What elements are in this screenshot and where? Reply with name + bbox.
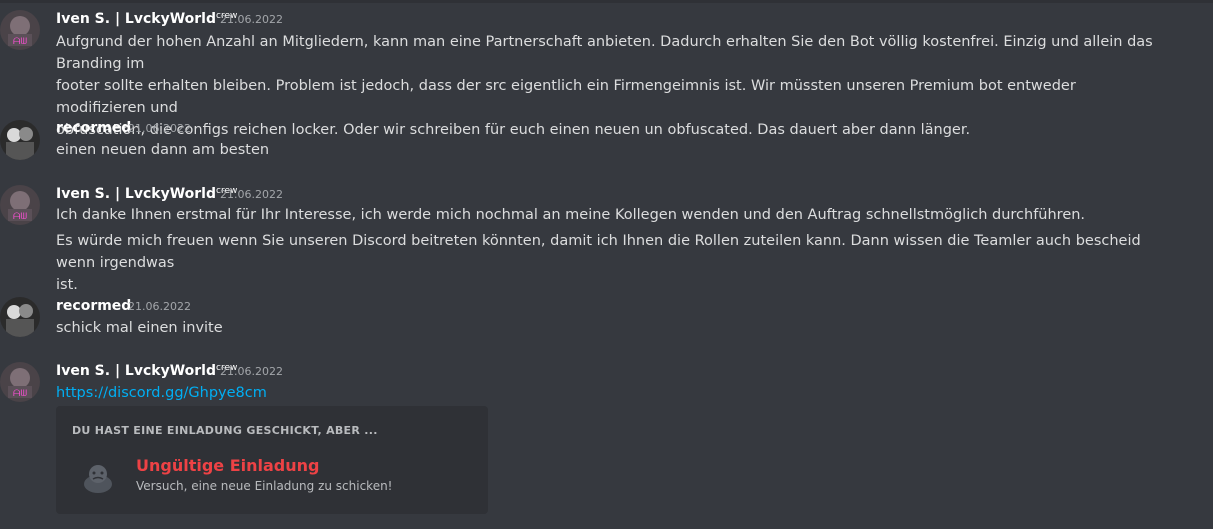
username[interactable]: Iven S. | LvckyWorldcrew: [56, 185, 237, 203]
message-text: https://discord.gg/Ghpye8cm: [56, 382, 1166, 404]
message-line: Ich danke Ihnen erstmal für Ihr Interess…: [56, 207, 1086, 223]
top-divider: [0, 0, 1213, 3]
username[interactable]: recormed: [56, 297, 131, 315]
username[interactable]: recormed: [56, 119, 131, 137]
avatar[interactable]: ᗩᗯ: [0, 185, 40, 225]
message-text: Ich danke Ihnen erstmal für Ihr Interess…: [56, 204, 1166, 296]
message-text: Aufgrund der hohen Anzahl an Mitgliedern…: [56, 31, 1166, 141]
invite-embed: DU HAST EINE EINLADUNG GESCHICKT, ABER .…: [56, 406, 488, 514]
invite-subtitle: Versuch, eine neue Einladung zu schicken…: [136, 479, 393, 493]
username[interactable]: Iven S. | LvckyWorldcrew: [56, 10, 237, 28]
message-text: schick mal einen invite: [56, 317, 1166, 339]
username[interactable]: Iven S. | LvckyWorldcrew: [56, 362, 237, 380]
message-line: Aufgrund der hohen Anzahl an Mitgliedern…: [56, 34, 1153, 72]
invite-link[interactable]: https://discord.gg/Ghpye8cm: [56, 385, 267, 401]
avatar[interactable]: ᗩᗯ: [0, 10, 40, 50]
message-line: ist.: [56, 277, 78, 293]
couple-photo-avatar-icon: [0, 120, 40, 160]
timestamp: 21.06.2022: [220, 365, 283, 378]
message-line: footer sollte erhalten bleiben. Problem …: [56, 78, 1076, 116]
message-line: schick mal einen invite: [56, 320, 223, 336]
timestamp: 21.06.2022: [128, 300, 191, 313]
avatar[interactable]: ᗩᗯ: [0, 362, 40, 402]
message-text: einen neuen dann am besten: [56, 139, 1166, 161]
pink-sparkle-avatar-icon: ᗩᗯ: [0, 362, 40, 402]
svg-text:ᗩᗯ: ᗩᗯ: [13, 212, 27, 222]
pink-sparkle-avatar-icon: ᗩᗯ: [0, 10, 40, 50]
timestamp: 21.06.2022: [220, 13, 283, 26]
message-line: Es würde mich freuen wenn Sie unseren Di…: [56, 233, 1141, 271]
timestamp: 21.06.2022: [220, 188, 283, 201]
svg-text:ᗩᗯ: ᗩᗯ: [13, 389, 27, 399]
avatar[interactable]: [0, 297, 40, 337]
invite-title: Ungültige Einladung: [136, 456, 320, 475]
message-line: einen neuen dann am besten: [56, 142, 270, 158]
avatar[interactable]: [0, 120, 40, 160]
pink-sparkle-avatar-icon: ᗩᗯ: [0, 185, 40, 225]
timestamp: 21.06.2022: [128, 122, 191, 135]
couple-photo-avatar-icon: [0, 297, 40, 337]
sad-blob-icon: [78, 456, 118, 500]
svg-text:ᗩᗯ: ᗩᗯ: [13, 37, 27, 47]
message-line: obfuscation, die configs reichen locker.…: [56, 122, 971, 138]
invite-header: DU HAST EINE EINLADUNG GESCHICKT, ABER .…: [72, 424, 378, 437]
